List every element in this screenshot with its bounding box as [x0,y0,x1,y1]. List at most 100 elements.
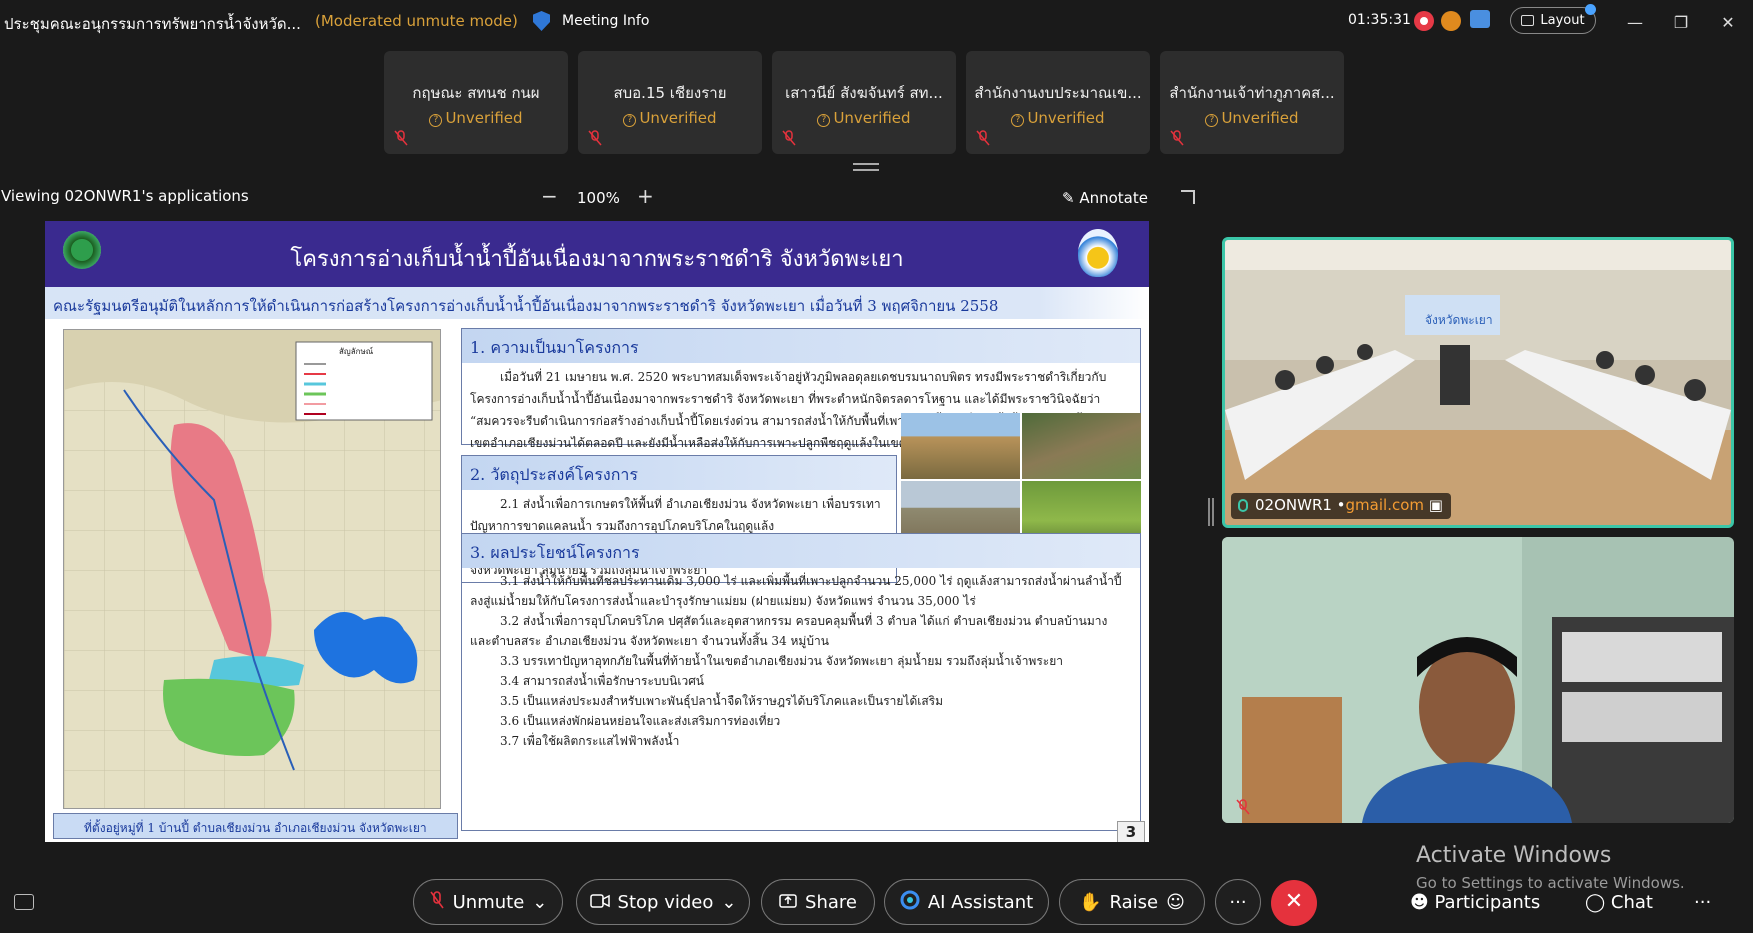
benefit-item: 3.5 เป็นแหล่งประมงสำหรับเพาะพันธุ์ปลาน้ำ… [500,694,944,708]
zoom-level[interactable]: 100% [577,189,620,207]
svg-text:จังหวัดพะเยา: จังหวัดพะเยา [1425,313,1493,327]
overflow-menu-button[interactable]: ··· [1694,892,1711,913]
panel-resize-handle[interactable] [1208,498,1214,526]
share-screen-icon [779,892,797,913]
slide-page-number: 3 [1117,821,1145,842]
speaker-name: 02ONWR1 • [1255,496,1346,514]
people-icon: ☻ [1410,892,1435,913]
mic-off-icon [782,130,796,146]
section-heading: 2. วัตถุประสงค์โครงการ [462,456,896,490]
verification-status: ? Unverified [772,109,956,127]
river-bank-photo [1022,413,1141,479]
map-graphic: สัญลักษณ์ [64,330,440,808]
participant-name: สำนักงานงบประมาณเข... [974,84,1142,102]
ai-assistant-button[interactable]: AI Assistant [884,879,1049,925]
caption-icon[interactable] [1470,10,1490,28]
fullscreen-icon[interactable] [1181,190,1195,204]
benefit-item: 3.4 สามารถส่งน้ำเพื่อรักษาระบบนิเวศน์ [500,674,705,688]
chat-label: Chat [1610,892,1653,913]
participant-tile[interactable]: สำนักงานเจ้าท่าภูภาคส... ? Unverified [1160,51,1344,154]
benefit-item: 3.6 เป็นแหล่งพักผ่อนหย่อนใจและส่งเสริมกา… [500,714,781,728]
zoom-out-button[interactable]: − [541,184,558,208]
meeting-timer: 01:35:31 [1348,12,1411,28]
more-label: ··· [1229,891,1247,913]
restore-icon[interactable]: ❐ [1669,10,1693,34]
participant-tile[interactable]: สำนักงานงบประมาณเข... ? Unverified [966,51,1150,154]
question-icon: ? [817,114,831,127]
participants-button[interactable]: ☻ Participants [1410,892,1540,913]
shared-slide: โครงการอ่างเก็บน้ำน้ำปี้อันเนื่องมาจากพร… [45,221,1149,842]
hand-icon: ✋ [1079,891,1102,913]
benefit-item: 3.1 ส่งน้ำให้กับพื้นที่ชลประทานเดิม 3,00… [470,574,1122,608]
zoom-in-button[interactable]: + [637,184,654,208]
annotate-button[interactable]: ✎ Annotate [1062,189,1148,207]
participant-name: กฤษณะ สทนช กนผ [412,84,540,102]
verification-status: ? Unverified [1160,109,1344,127]
chevron-down-icon[interactable]: ⌄ [721,892,736,913]
mic-off-icon [588,130,602,146]
section-benefits: 3. ผลประโยชน์โครงการ 3.1 ส่งน้ำให้กับพื้… [461,533,1141,831]
reaction-icon[interactable]: ☺ [1166,892,1185,913]
screen-share-icon: ▣ [1428,496,1443,514]
unmute-button[interactable]: Unmute ⌄ [413,879,563,925]
close-icon[interactable]: ✕ [1716,10,1740,34]
benefit-item: 3.2 ส่งน้ำเพื่อการอุปโภคบริโภค ปศุสัตว์แ… [470,614,1108,648]
section-heading: 1. ความเป็นมาโครงการ [462,329,1140,363]
onwr-logo-icon [1078,229,1118,277]
status-label: Unverified [445,109,523,127]
raise-hand-button[interactable]: ✋ Raise ☺ [1059,879,1205,925]
farmers-photo [901,413,1020,479]
chat-bubble-icon: ◯ [1585,892,1611,913]
pen-icon: ✎ [1062,189,1080,207]
mic-off-icon [394,130,408,146]
active-speaker-video[interactable]: จังหวัดพะเยา 02ONWR1 •gmail.com ▣ [1222,237,1734,528]
share-button[interactable]: Share [761,879,875,925]
participants-label: Participants [1434,892,1541,913]
raise-label: Raise [1109,891,1159,913]
participant-tile[interactable]: เสาวนีย์ สังฆจันทร์ สท...? Unverified [772,51,956,154]
self-camera-feed [1222,537,1734,823]
grid-icon [1521,15,1535,26]
speaker-name-label: 02ONWR1 •gmail.com ▣ [1231,493,1451,519]
unmute-label: Unmute [452,891,525,913]
self-video[interactable] [1222,537,1734,823]
minimize-icon[interactable]: — [1623,10,1647,34]
verification-status: ? Unverified [384,109,568,127]
resize-handle[interactable] [853,163,879,171]
project-map: สัญลักษณ์ [63,329,441,809]
network-stats-icon[interactable] [1441,11,1461,31]
objective-item: 2.1 ส่งน้ำเพื่อการเกษตรให้พื้นที่ อำเภอเ… [470,497,881,533]
notification-dot [1585,4,1596,15]
map-legend-title: สัญลักษณ์ [339,346,374,356]
status-label: Unverified [639,109,717,127]
chat-button[interactable]: ◯ Chat [1585,892,1653,913]
participant-name: สำนักงานเจ้าท่าภูภาคส... [1169,84,1335,102]
participant-tile[interactable]: กฤษณะ สทนช กนผ ? Unverified [384,51,568,154]
layout-button[interactable]: Layout [1510,7,1596,34]
status-label: Unverified [1027,109,1105,127]
overflow-label: ··· [1694,892,1712,913]
leave-meeting-button[interactable]: ✕ [1271,880,1317,926]
verification-status: ? Unverified [966,109,1150,127]
slide-subtitle-banner: คณะรัฐมนตรีอนุมัติในหลักการให้ดำเนินการก… [45,287,1149,319]
mic-off-icon [976,130,990,146]
slide-header: โครงการอ่างเก็บน้ำน้ำปี้อันเนื่องมาจากพร… [45,221,1149,287]
shield-icon[interactable] [533,11,550,31]
recording-icon[interactable] [1414,11,1434,31]
activate-windows-title: Activate Windows [1416,843,1612,868]
share-label: Share [805,891,857,913]
mic-off-icon [1170,130,1184,146]
section-text: 3.1 ส่งน้ำให้กับพื้นที่ชลประทานเดิม 3,00… [462,568,1140,751]
meeting-title: ประชุมคณะอนุกรรมการทรัพยากรน้ำจังหวัด... [4,15,301,33]
participant-tile[interactable]: สบอ.15 เชียงราย? Unverified [578,51,762,154]
section-heading: 3. ผลประโยชน์โครงการ [462,534,1140,568]
title-bar: ประชุมคณะอนุกรรมการทรัพยากรน้ำจังหวัด...… [0,0,1753,44]
annotate-label: Annotate [1079,189,1148,207]
mic-off-icon [429,890,445,915]
ai-assistant-label: AI Assistant [927,891,1034,913]
more-options-button[interactable]: ··· [1215,879,1261,925]
closed-caption-icon[interactable] [14,894,34,910]
meeting-info-button[interactable]: Meeting Info [562,13,649,29]
chevron-down-icon[interactable]: ⌄ [532,892,547,913]
stop-video-button[interactable]: Stop video ⌄ [576,879,750,925]
